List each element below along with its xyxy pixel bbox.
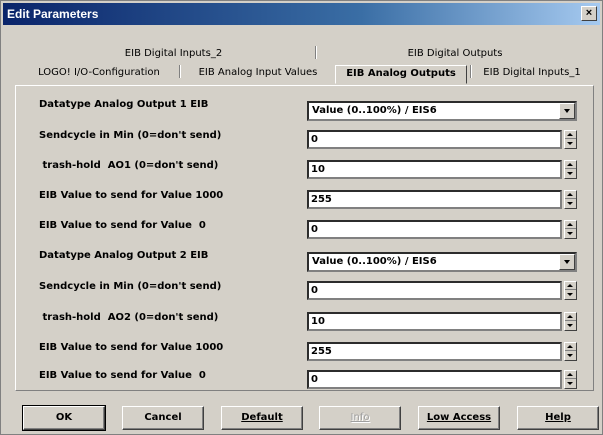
tab-eib-analog-input-values[interactable]: EIB Analog Input Values: [183, 65, 333, 82]
spin-down-icon[interactable]: [565, 230, 576, 238]
value0-ao1-stepper[interactable]: [564, 220, 577, 239]
tab-eib-digital-outputs[interactable]: EIB Digital Outputs: [319, 46, 591, 63]
spin-up-icon[interactable]: [565, 131, 576, 139]
value0-ao2-input[interactable]: 0: [307, 370, 562, 389]
select-value: Value (0..100%) / EIS6: [312, 256, 437, 267]
sendcycle-ao2-input[interactable]: 0: [307, 281, 562, 300]
threshold-ao2-input[interactable]: 10: [307, 312, 562, 331]
tab-eib-digital-inputs-2[interactable]: EIB Digital Inputs_2: [31, 46, 316, 63]
row-label-datatype-ao1: Datatype Analog Output 1 EIB: [39, 99, 209, 110]
row-label-value1000-ao2: EIB Value to send for Value 1000: [39, 342, 224, 353]
spin-up-icon[interactable]: [565, 221, 576, 229]
threshold-ao2-stepper[interactable]: [564, 312, 577, 331]
value0-ao2-stepper[interactable]: [564, 370, 577, 389]
window-title: Edit Parameters: [7, 7, 99, 21]
tab-eib-analog-outputs[interactable]: EIB Analog Outputs: [335, 65, 467, 84]
spin-down-icon[interactable]: [565, 380, 576, 388]
ok-button[interactable]: OK: [22, 405, 106, 431]
row-label-value1000-ao1: EIB Value to send for Value 1000: [39, 190, 224, 201]
spin-up-icon[interactable]: [565, 343, 576, 351]
info-button[interactable]: Info: [319, 406, 401, 430]
tab-separator: [315, 46, 317, 59]
spin-down-icon[interactable]: [565, 322, 576, 330]
spin-down-icon[interactable]: [565, 291, 576, 299]
sendcycle-ao2-stepper[interactable]: [564, 281, 577, 300]
close-button[interactable]: ×: [581, 6, 597, 21]
tab-logo-io-configuration[interactable]: LOGO! I/O-Configuration: [19, 65, 179, 82]
default-button[interactable]: Default: [221, 406, 303, 430]
tab-eib-digital-inputs-1[interactable]: EIB Digital Inputs_1: [473, 65, 591, 82]
spin-up-icon[interactable]: [565, 282, 576, 290]
row-label-threshold-ao1: trash-hold AO1 (0=don't send): [39, 160, 219, 171]
value0-ao1-input[interactable]: 0: [307, 220, 562, 239]
close-icon: ×: [585, 7, 593, 19]
row-label-sendcycle-ao2: Sendcycle in Min (0=don't send): [39, 281, 222, 292]
row-label-value0-ao1: EIB Value to send for Value 0: [39, 220, 206, 231]
spin-up-icon[interactable]: [565, 191, 576, 199]
spin-down-icon[interactable]: [565, 352, 576, 360]
cancel-button[interactable]: Cancel: [122, 406, 204, 430]
value1000-ao2-input[interactable]: 255: [307, 342, 562, 361]
row-label-value0-ao2: EIB Value to send for Value 0: [39, 370, 206, 381]
datatype-ao2-select[interactable]: Value (0..100%) / EIS6: [307, 252, 577, 272]
tab-separator: [179, 65, 181, 78]
spin-down-icon[interactable]: [565, 170, 576, 178]
chevron-down-icon[interactable]: [559, 103, 575, 119]
sendcycle-ao1-stepper[interactable]: [564, 130, 577, 149]
low-access-button[interactable]: Low Access: [418, 406, 500, 430]
tab-label: EIB Analog Input Values: [198, 67, 318, 78]
spin-up-icon[interactable]: [565, 313, 576, 321]
tab-label: EIB Analog Outputs: [346, 68, 456, 79]
tab-label: EIB Digital Inputs_1: [483, 67, 581, 78]
title-bar[interactable]: Edit Parameters ×: [3, 3, 600, 25]
datatype-ao1-select[interactable]: Value (0..100%) / EIS6: [307, 101, 577, 121]
threshold-ao1-input[interactable]: 10: [307, 160, 562, 179]
spin-up-icon[interactable]: [565, 161, 576, 169]
tab-label: LOGO! I/O-Configuration: [38, 67, 160, 78]
value1000-ao1-stepper[interactable]: [564, 190, 577, 209]
row-label-datatype-ao2: Datatype Analog Output 2 EIB: [39, 250, 209, 261]
spin-up-icon[interactable]: [565, 371, 576, 379]
tab-label: EIB Digital Inputs_2: [124, 48, 223, 59]
tab-separator: [470, 65, 472, 78]
sendcycle-ao1-input[interactable]: 0: [307, 130, 562, 149]
help-button[interactable]: Help: [517, 406, 599, 430]
value1000-ao2-stepper[interactable]: [564, 342, 577, 361]
row-label-threshold-ao2: trash-hold AO2 (0=don't send): [39, 312, 219, 323]
value1000-ao1-input[interactable]: 255: [307, 190, 562, 209]
select-value: Value (0..100%) / EIS6: [312, 105, 437, 116]
chevron-down-icon[interactable]: [559, 254, 575, 270]
row-label-sendcycle-ao1: Sendcycle in Min (0=don't send): [39, 130, 222, 141]
tab-label: EIB Digital Outputs: [407, 48, 503, 59]
edit-parameters-dialog: Edit Parameters × EIB Digital Inputs_2 E…: [0, 0, 603, 435]
spin-down-icon[interactable]: [565, 200, 576, 208]
threshold-ao1-stepper[interactable]: [564, 160, 577, 179]
spin-down-icon[interactable]: [565, 140, 576, 148]
